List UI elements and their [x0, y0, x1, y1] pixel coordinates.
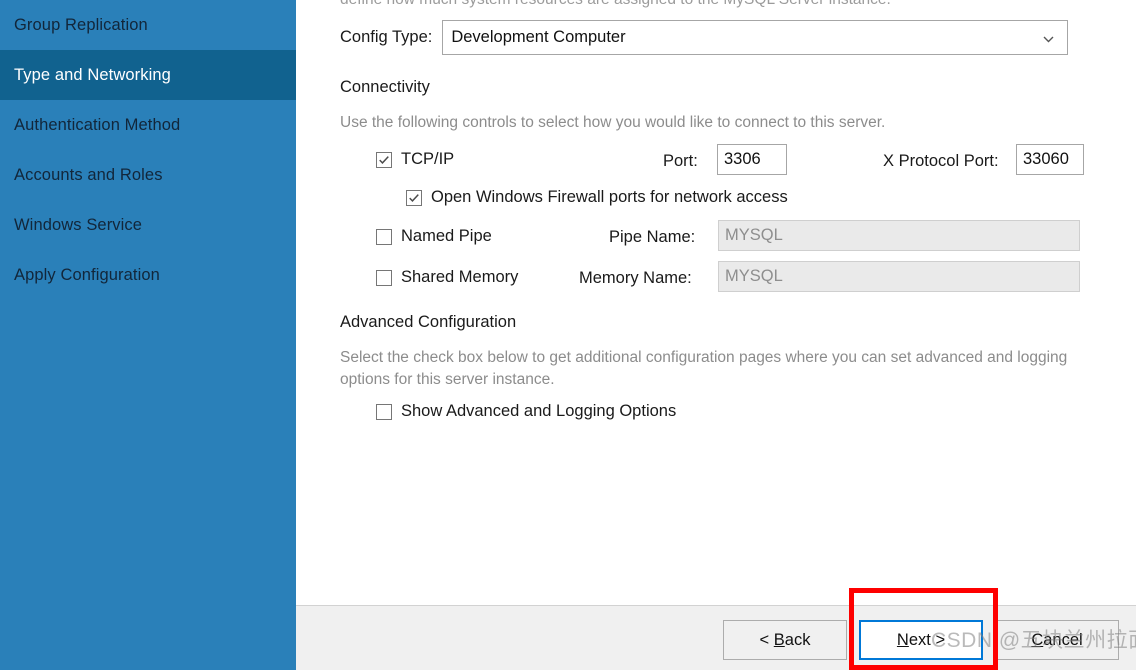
- sidebar-item-accounts-and-roles[interactable]: Accounts and Roles: [0, 150, 296, 200]
- connectivity-description: Use the following controls to select how…: [340, 114, 886, 131]
- firewall-checkbox-row[interactable]: Open Windows Firewall ports for network …: [406, 188, 788, 207]
- sidebar-item-label: Accounts and Roles: [14, 165, 163, 184]
- shared-memory-label: Shared Memory: [401, 268, 519, 286]
- back-button[interactable]: < Back: [723, 620, 847, 660]
- config-type-value: Development Computer: [451, 28, 626, 46]
- tcpip-checkbox-row[interactable]: TCP/IP: [376, 150, 454, 169]
- config-type-label: Config Type:: [340, 28, 433, 46]
- checkbox-unchecked-icon[interactable]: [376, 228, 392, 245]
- checkbox-checked-icon[interactable]: [376, 151, 392, 168]
- memory-name-input[interactable]: MYSQL: [718, 261, 1080, 292]
- content-panel: define how much system resources are ass…: [296, 0, 1136, 605]
- firewall-label: Open Windows Firewall ports for network …: [431, 188, 788, 206]
- checkbox-unchecked-icon[interactable]: [376, 403, 392, 420]
- connectivity-heading: Connectivity: [340, 78, 430, 96]
- sidebar-item-windows-service[interactable]: Windows Service: [0, 200, 296, 250]
- tcpip-label: TCP/IP: [401, 150, 455, 168]
- advanced-configuration-heading: Advanced Configuration: [340, 313, 517, 331]
- sidebar-item-label: Apply Configuration: [14, 265, 160, 284]
- sidebar-item-label: Group Replication: [14, 15, 148, 34]
- x-protocol-port-input[interactable]: 33060: [1016, 144, 1084, 175]
- shared-memory-checkbox-row[interactable]: Shared Memory: [376, 268, 518, 287]
- named-pipe-label: Named Pipe: [401, 227, 492, 245]
- sidebar-item-authentication-method[interactable]: Authentication Method: [0, 100, 296, 150]
- chevron-down-icon: [1042, 31, 1055, 44]
- pipe-name-label: Pipe Name:: [609, 228, 696, 246]
- sidebar-item-type-and-networking[interactable]: Type and Networking: [0, 50, 296, 100]
- checkbox-checked-icon[interactable]: [406, 189, 422, 206]
- intro-text-clipped: define how much system resources are ass…: [340, 0, 891, 9]
- checkbox-unchecked-icon[interactable]: [376, 269, 392, 286]
- config-type-select[interactable]: Development Computer: [442, 20, 1069, 55]
- mysql-installer-window: Group Replication Type and Networking Au…: [0, 0, 1136, 670]
- memory-name-label: Memory Name:: [579, 269, 692, 287]
- back-button-label: < Back: [759, 630, 811, 649]
- port-input[interactable]: 3306: [717, 144, 787, 175]
- port-label: Port:: [663, 152, 698, 170]
- port-value: 3306: [724, 150, 761, 168]
- sidebar: Group Replication Type and Networking Au…: [0, 0, 296, 670]
- x-protocol-port-label: X Protocol Port:: [883, 152, 999, 170]
- show-advanced-checkbox-row[interactable]: Show Advanced and Logging Options: [376, 402, 676, 421]
- sidebar-item-label: Authentication Method: [14, 115, 181, 134]
- advanced-configuration-description: Select the check box below to get additi…: [340, 349, 1068, 388]
- pipe-name-input[interactable]: MYSQL: [718, 220, 1080, 251]
- config-type-row: Config Type: Development Computer: [340, 20, 1069, 55]
- named-pipe-checkbox-row[interactable]: Named Pipe: [376, 227, 492, 246]
- sidebar-item-group-replication[interactable]: Group Replication: [0, 0, 296, 50]
- sidebar-item-label: Type and Networking: [14, 65, 171, 84]
- x-protocol-port-value: 33060: [1023, 150, 1069, 168]
- csdn-watermark: CSDN @五块兰州拉面: [931, 629, 1136, 652]
- show-advanced-label: Show Advanced and Logging Options: [401, 402, 677, 420]
- sidebar-item-label: Windows Service: [14, 215, 143, 234]
- sidebar-item-apply-configuration[interactable]: Apply Configuration: [0, 250, 296, 300]
- pipe-name-value: MYSQL: [725, 226, 783, 244]
- memory-name-value: MYSQL: [725, 267, 783, 285]
